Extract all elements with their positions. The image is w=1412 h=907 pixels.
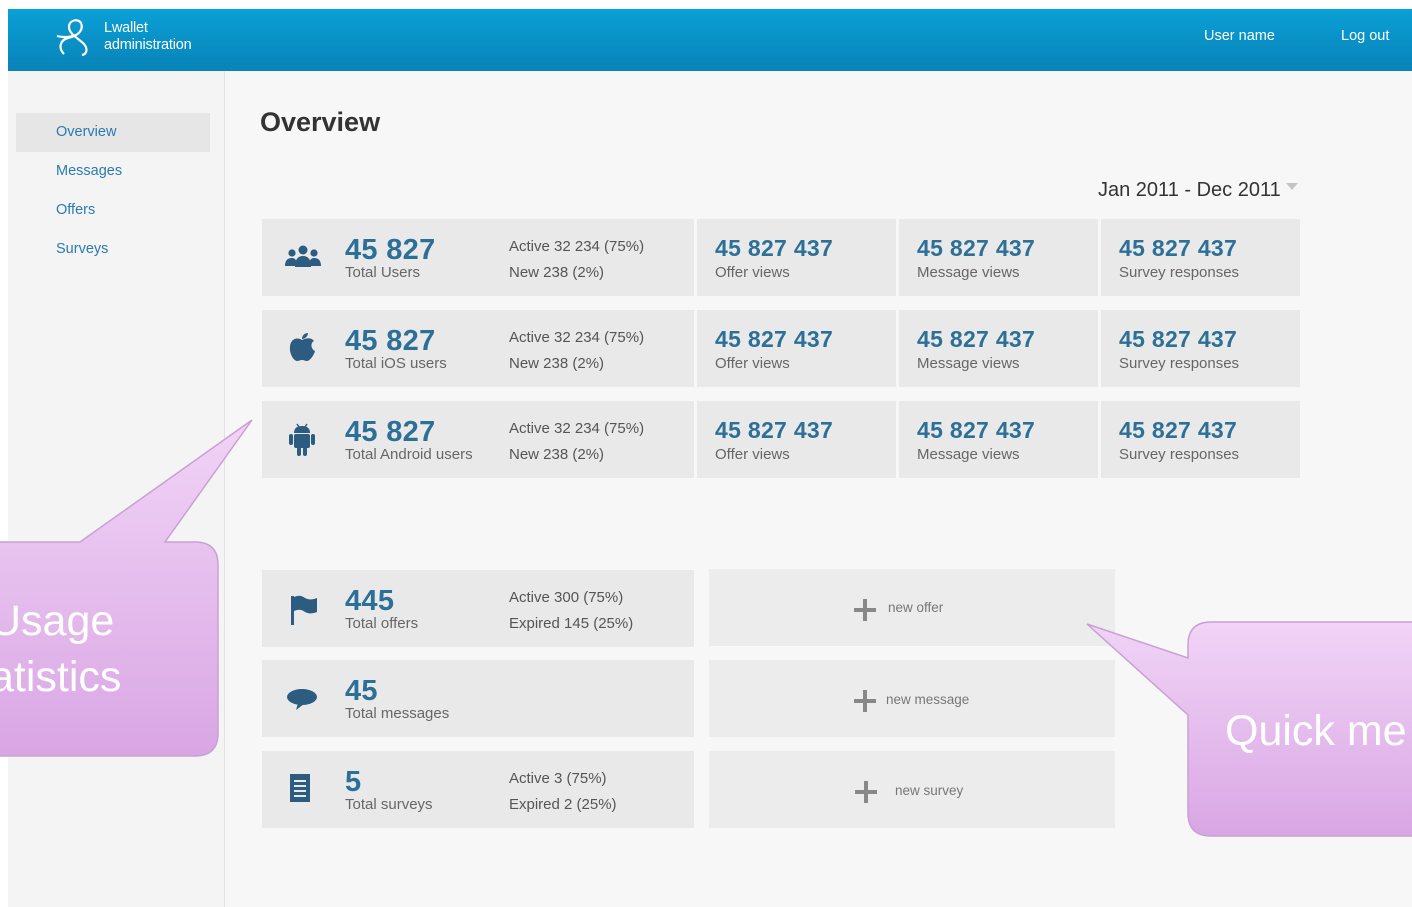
callout-shapes xyxy=(0,419,1412,837)
callout-line2: atistics xyxy=(0,653,122,701)
usage-statistics-callout-text: Usage atistics xyxy=(0,593,121,705)
usage-statistics-callout-shape xyxy=(0,419,253,757)
callout-line1: Usage xyxy=(0,597,115,645)
quick-menu-callout-text: Quick me xyxy=(1225,707,1407,755)
